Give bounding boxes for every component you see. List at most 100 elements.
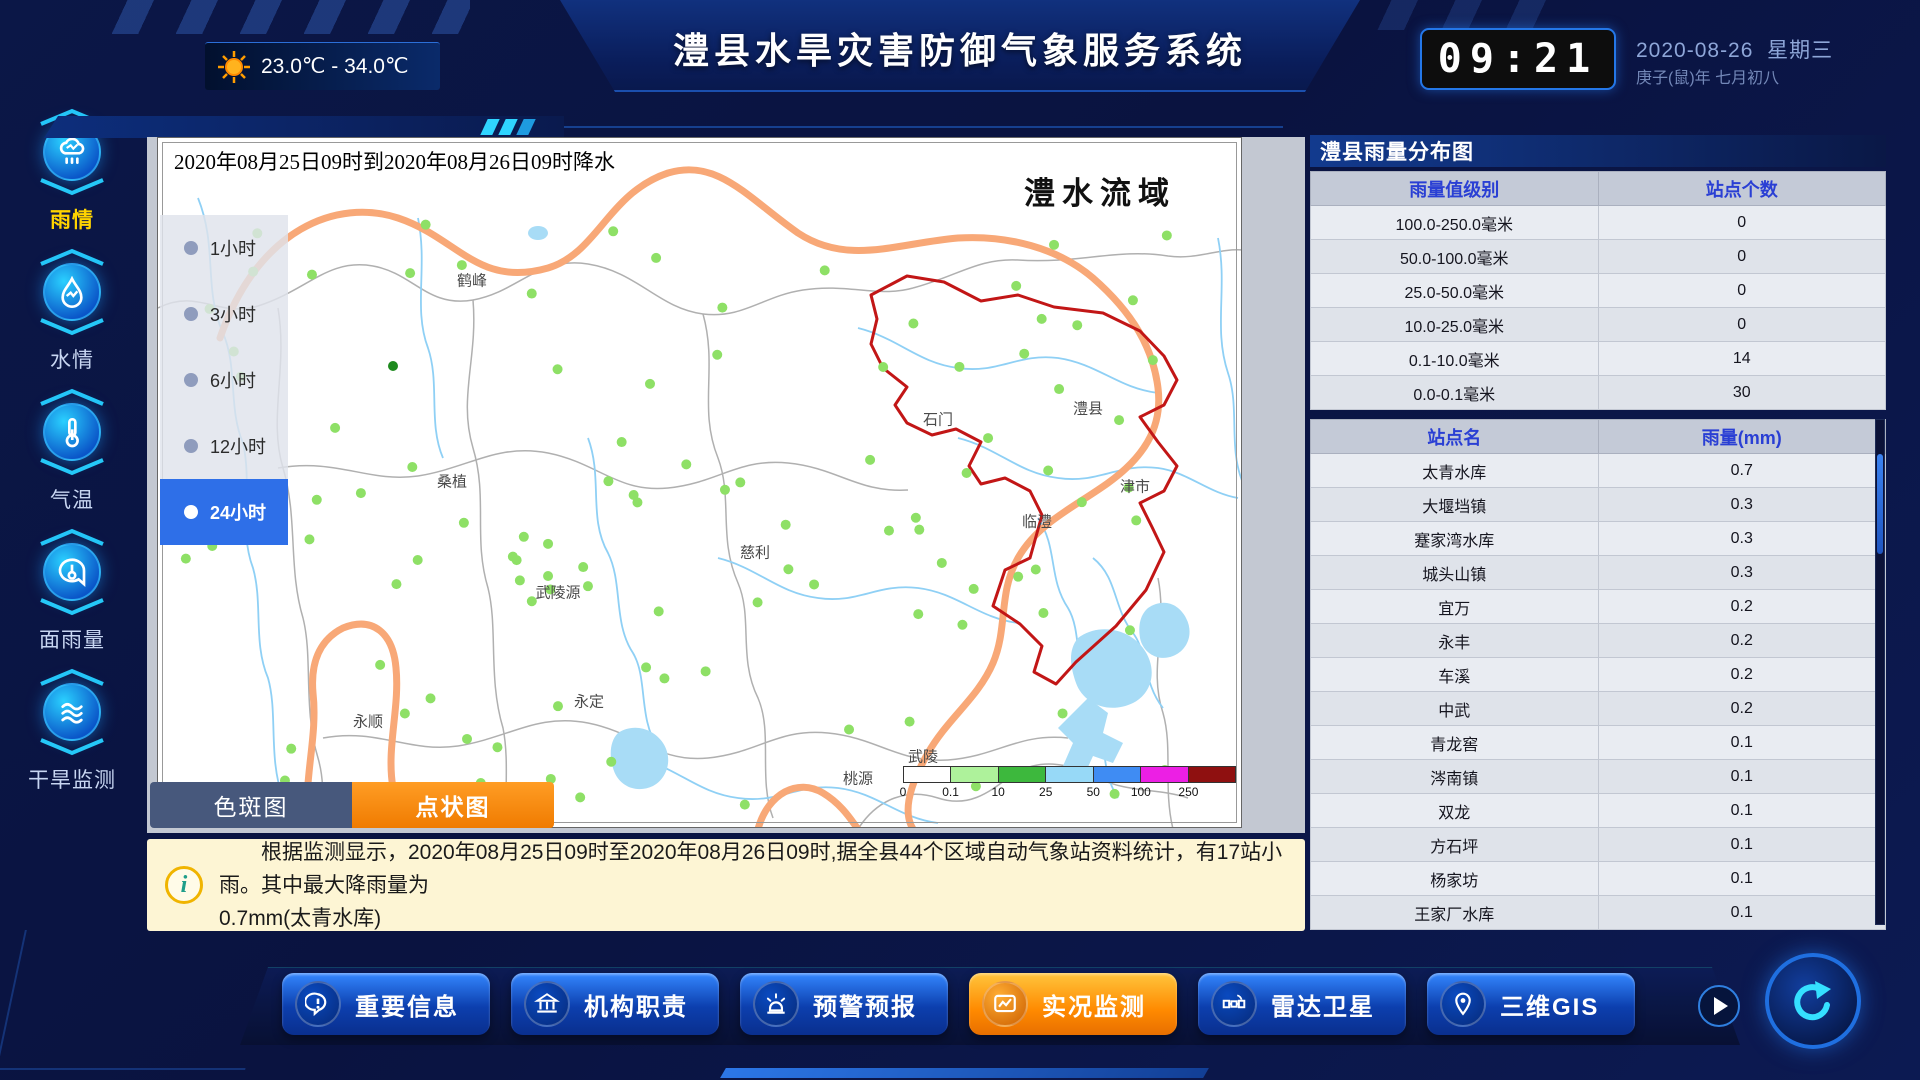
station-row: 中武0.2	[1311, 692, 1886, 726]
nav-button-实况监测[interactable]: 实况监测	[969, 973, 1177, 1035]
deco-slash-icon	[516, 119, 535, 135]
header-deco-stripes	[90, 0, 470, 34]
cell: 涔南镇	[1311, 760, 1599, 794]
sidebar-item-干旱监测[interactable]: 干旱监测	[8, 668, 136, 808]
time-option-24小时[interactable]: 24小时	[160, 479, 288, 545]
clock-time: 09:21	[1438, 36, 1598, 82]
column-header: 站点名	[1311, 420, 1599, 454]
time-option-6小时[interactable]: 6小时	[160, 347, 288, 413]
rain-level-table: 雨量值级别站点个数100.0-250.0毫米050.0-100.0毫米025.0…	[1310, 171, 1886, 410]
cell: 0.7	[1598, 454, 1886, 488]
nav-button-三维GIS[interactable]: 三维GIS	[1427, 973, 1635, 1035]
cell: 青龙窖	[1311, 726, 1599, 760]
station-row: 双龙0.1	[1311, 794, 1886, 828]
cell: 王家厂水库	[1311, 896, 1599, 930]
scrollbar-thumb[interactable]	[1877, 454, 1883, 554]
legend-color-swatch	[1046, 767, 1093, 782]
bottom-accent-bar	[720, 1068, 1209, 1078]
map-title: 2020年08月25日09时到2020年08月26日09时降水	[174, 146, 615, 176]
nav-button-机构职责[interactable]: 机构职责	[511, 973, 719, 1035]
sidebar-item-label: 水情	[50, 344, 94, 374]
place-label-桃源: 桃源	[843, 768, 873, 789]
cell: 0.3	[1598, 556, 1886, 590]
cell: 14	[1598, 342, 1886, 376]
station-row: 太青水库0.7	[1311, 454, 1886, 488]
view-button-色斑图[interactable]: 色斑图	[150, 782, 352, 828]
nav-button-label: 雷达卫星	[1271, 987, 1375, 1022]
time-option-label: 3小时	[210, 301, 256, 327]
cell: 蹇家湾水库	[1311, 522, 1599, 556]
deco-slash-icon	[498, 119, 517, 135]
legend-color-swatch	[1094, 767, 1141, 782]
alert-icon	[763, 991, 789, 1017]
time-option-12小时[interactable]: 12小时	[160, 413, 288, 479]
cell: 10.0-25.0毫米	[1311, 308, 1599, 342]
sidebar-nav: 雨情水情气温面雨量干旱监测	[8, 108, 136, 808]
chevron-down-icon	[33, 458, 111, 476]
chevron-down-icon	[33, 318, 111, 336]
cell: 永丰	[1311, 624, 1599, 658]
place-label-临澧: 临澧	[1022, 511, 1052, 532]
precip-map[interactable]: 2020年08月25日09时到2020年08月26日09时降水 澧水流域 鹤峰石…	[157, 137, 1242, 828]
cell: 0.1	[1598, 862, 1886, 896]
cell: 0.2	[1598, 590, 1886, 624]
cell: 0.0-0.1毫米	[1311, 376, 1599, 410]
radio-icon	[184, 307, 198, 321]
info-icon: i	[165, 866, 203, 904]
precip-legend: 00.1102550100250	[903, 766, 1236, 799]
place-label-鹤峰: 鹤峰	[457, 270, 487, 291]
time-range-selector: 1小时 3小时 6小时 12小时 24小时	[160, 215, 288, 545]
rain-panel-title: 澧县雨量分布图	[1310, 135, 1886, 167]
time-option-1小时[interactable]: 1小时	[160, 215, 288, 281]
lunar-date: 庚子(鼠)年 七月初八	[1636, 64, 1886, 88]
cell: 0	[1598, 206, 1886, 240]
station-row: 杨家坊0.1	[1311, 862, 1886, 896]
rain-level-row: 0.0-0.1毫米30	[1311, 376, 1886, 410]
time-option-label: 6小时	[210, 367, 256, 393]
table-scrollbar[interactable]	[1875, 419, 1885, 925]
nav-button-预警预报[interactable]: 预警预报	[740, 973, 948, 1035]
map-panel-deco-bar	[44, 116, 564, 138]
radio-icon	[184, 505, 198, 519]
view-button-点状图[interactable]: 点状图	[352, 782, 554, 828]
station-row: 青龙窖0.1	[1311, 726, 1886, 760]
institution-icon	[524, 981, 570, 1027]
cell: 100.0-250.0毫米	[1311, 206, 1599, 240]
nav-button-重要信息[interactable]: 重要信息	[282, 973, 490, 1035]
sidebar-item-水情[interactable]: 水情	[8, 248, 136, 388]
back-button[interactable]	[1765, 953, 1861, 1049]
cell: 方石坪	[1311, 828, 1599, 862]
divider-line	[563, 126, 1283, 128]
place-label-武陵: 武陵	[908, 746, 938, 767]
radio-icon	[184, 241, 198, 255]
cell: 0.3	[1598, 522, 1886, 556]
circuit-deco	[0, 930, 275, 1070]
cell: 0.1	[1598, 828, 1886, 862]
cell: 0.2	[1598, 692, 1886, 726]
sidebar-item-面雨量[interactable]: 面雨量	[8, 528, 136, 668]
station-row: 城头山镇0.3	[1311, 556, 1886, 590]
nav-button-雷达卫星[interactable]: 雷达卫星	[1198, 973, 1406, 1035]
nav-button-label: 机构职责	[584, 987, 688, 1022]
time-option-3小时[interactable]: 3小时	[160, 281, 288, 347]
alert-icon	[753, 981, 799, 1027]
area-rain-icon	[56, 556, 88, 588]
station-row: 王家厂水库0.1	[1311, 896, 1886, 930]
place-label-津市: 津市	[1120, 476, 1150, 497]
nav-play-button[interactable]	[1698, 985, 1740, 1027]
play-icon	[1714, 997, 1728, 1015]
monitor-chart-icon	[992, 991, 1018, 1017]
time-option-label: 24小时	[210, 499, 266, 525]
sidebar-item-气温[interactable]: 气温	[8, 388, 136, 528]
cell: 0.1	[1598, 896, 1886, 930]
station-row: 涔南镇0.1	[1311, 760, 1886, 794]
sidebar-item-label: 气温	[50, 484, 94, 514]
cell: 太青水库	[1311, 454, 1599, 488]
monitor-chart-icon	[982, 981, 1028, 1027]
radio-icon	[184, 373, 198, 387]
cell: 0.1	[1598, 726, 1886, 760]
page-title: 澧县水旱灾害防御气象服务系统	[560, 22, 1360, 74]
cell: 宜万	[1311, 590, 1599, 624]
cell: 0.2	[1598, 658, 1886, 692]
legend-color-swatch	[999, 767, 1046, 782]
